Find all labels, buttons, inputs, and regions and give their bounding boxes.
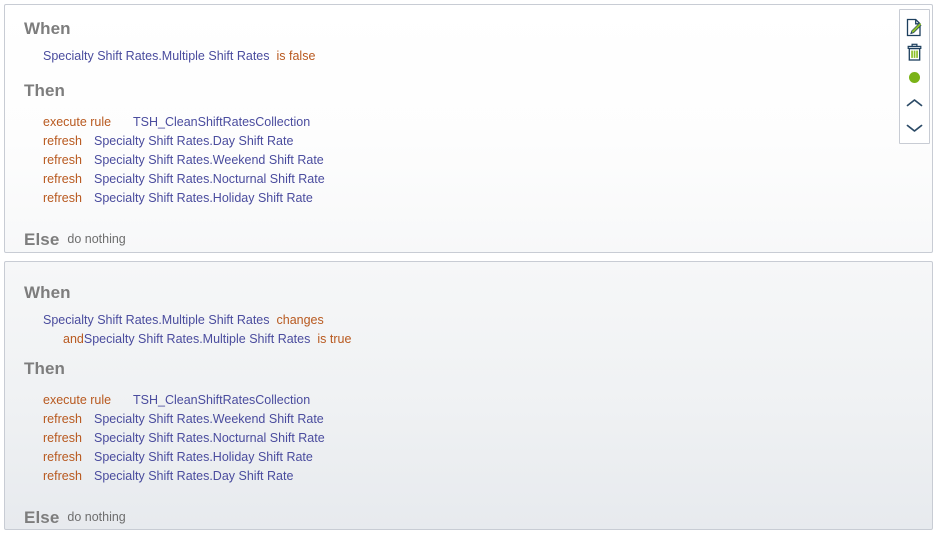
rule-actions-toolbar xyxy=(899,9,930,144)
trash-icon xyxy=(906,43,923,62)
action-target: Specialty Shift Rates.Nocturnal Shift Ra… xyxy=(94,431,325,445)
action-row[interactable]: refresh Specialty Shift Rates.Nocturnal S… xyxy=(43,431,325,445)
action-row[interactable]: refresh Specialty Shift Rates.Holiday Shi… xyxy=(43,450,313,464)
action-target: TSH_CleanShiftRatesCollection xyxy=(133,115,311,129)
then-heading: Then xyxy=(24,359,66,378)
edit-rule-button[interactable] xyxy=(902,15,928,40)
condition-term: Specialty Shift Rates.Multiple Shift Rat… xyxy=(43,49,270,63)
move-up-button[interactable] xyxy=(902,90,928,115)
else-heading: Else xyxy=(24,230,60,249)
condition-term: Specialty Shift Rates.Multiple Shift Rat… xyxy=(83,332,311,346)
condition-conjunction: and xyxy=(63,332,84,346)
action-target: Specialty Shift Rates.Day Shift Rate xyxy=(94,134,294,148)
action-row[interactable]: refresh Specialty Shift Rates.Weekend Shi… xyxy=(43,153,324,167)
action-row[interactable]: execute rule TSH_CleanShiftRatesCollectio… xyxy=(43,393,310,407)
action-verb: refresh xyxy=(43,450,82,464)
else-heading: Else xyxy=(24,508,60,527)
condition-operator: is false xyxy=(276,49,316,63)
action-target: Specialty Shift Rates.Day Shift Rate xyxy=(94,469,294,483)
action-row[interactable]: execute rule TSH_CleanShiftRatesCollectio… xyxy=(43,115,310,129)
action-verb: refresh xyxy=(43,153,82,167)
action-verb: execute rule xyxy=(43,115,112,129)
then-heading: Then xyxy=(24,81,66,100)
when-heading: When xyxy=(24,283,71,302)
action-verb: refresh xyxy=(43,431,82,445)
action-verb: refresh xyxy=(43,191,82,205)
action-verb: refresh xyxy=(43,412,82,426)
action-verb: execute rule xyxy=(43,393,112,407)
else-text: do nothing xyxy=(67,510,126,524)
action-verb: refresh xyxy=(43,172,82,186)
chevron-up-icon xyxy=(905,97,924,109)
rule-status-indicator[interactable] xyxy=(902,65,928,90)
else-row: Else do nothing xyxy=(24,230,126,250)
condition-operator: changes xyxy=(276,313,324,327)
condition-operator: is true xyxy=(317,332,352,346)
else-text: do nothing xyxy=(67,232,126,246)
rule-card[interactable]: When Specialty Shift Rates.Multiple Shif… xyxy=(4,261,933,530)
business-rules-list: When Specialty Shift Rates.Multiple Shif… xyxy=(0,0,937,541)
action-target: Specialty Shift Rates.Holiday Shift Rate xyxy=(94,191,313,205)
action-target: Specialty Shift Rates.Weekend Shift Rate xyxy=(94,412,324,426)
action-row[interactable]: refresh Specialty Shift Rates.Day Shift R… xyxy=(43,469,293,483)
action-row[interactable]: refresh Specialty Shift Rates.Holiday Shi… xyxy=(43,191,313,205)
condition-row[interactable]: andSpecialty Shift Rates.Multiple Shift … xyxy=(63,332,351,346)
action-target: Specialty Shift Rates.Weekend Shift Rate xyxy=(94,153,324,167)
action-row[interactable]: refresh Specialty Shift Rates.Day Shift R… xyxy=(43,134,293,148)
else-row: Else do nothing xyxy=(24,508,126,528)
action-row[interactable]: refresh Specialty Shift Rates.Weekend Shi… xyxy=(43,412,324,426)
rule-card[interactable]: When Specialty Shift Rates.Multiple Shif… xyxy=(4,4,933,253)
condition-row[interactable]: Specialty Shift Rates.Multiple Shift Rat… xyxy=(43,313,324,327)
chevron-down-icon xyxy=(905,122,924,134)
move-down-button[interactable] xyxy=(902,115,928,140)
document-edit-icon xyxy=(906,18,923,37)
action-verb: refresh xyxy=(43,469,82,483)
condition-row[interactable]: Specialty Shift Rates.Multiple Shift Rat… xyxy=(43,49,315,63)
action-verb: refresh xyxy=(43,134,82,148)
when-heading: When xyxy=(24,19,71,38)
green-dot-icon xyxy=(909,72,920,83)
condition-term: Specialty Shift Rates.Multiple Shift Rat… xyxy=(43,313,270,327)
delete-rule-button[interactable] xyxy=(902,40,928,65)
action-row[interactable]: refresh Specialty Shift Rates.Nocturnal S… xyxy=(43,172,325,186)
action-target: TSH_CleanShiftRatesCollection xyxy=(133,393,311,407)
action-target: Specialty Shift Rates.Nocturnal Shift Ra… xyxy=(94,172,325,186)
action-target: Specialty Shift Rates.Holiday Shift Rate xyxy=(94,450,313,464)
